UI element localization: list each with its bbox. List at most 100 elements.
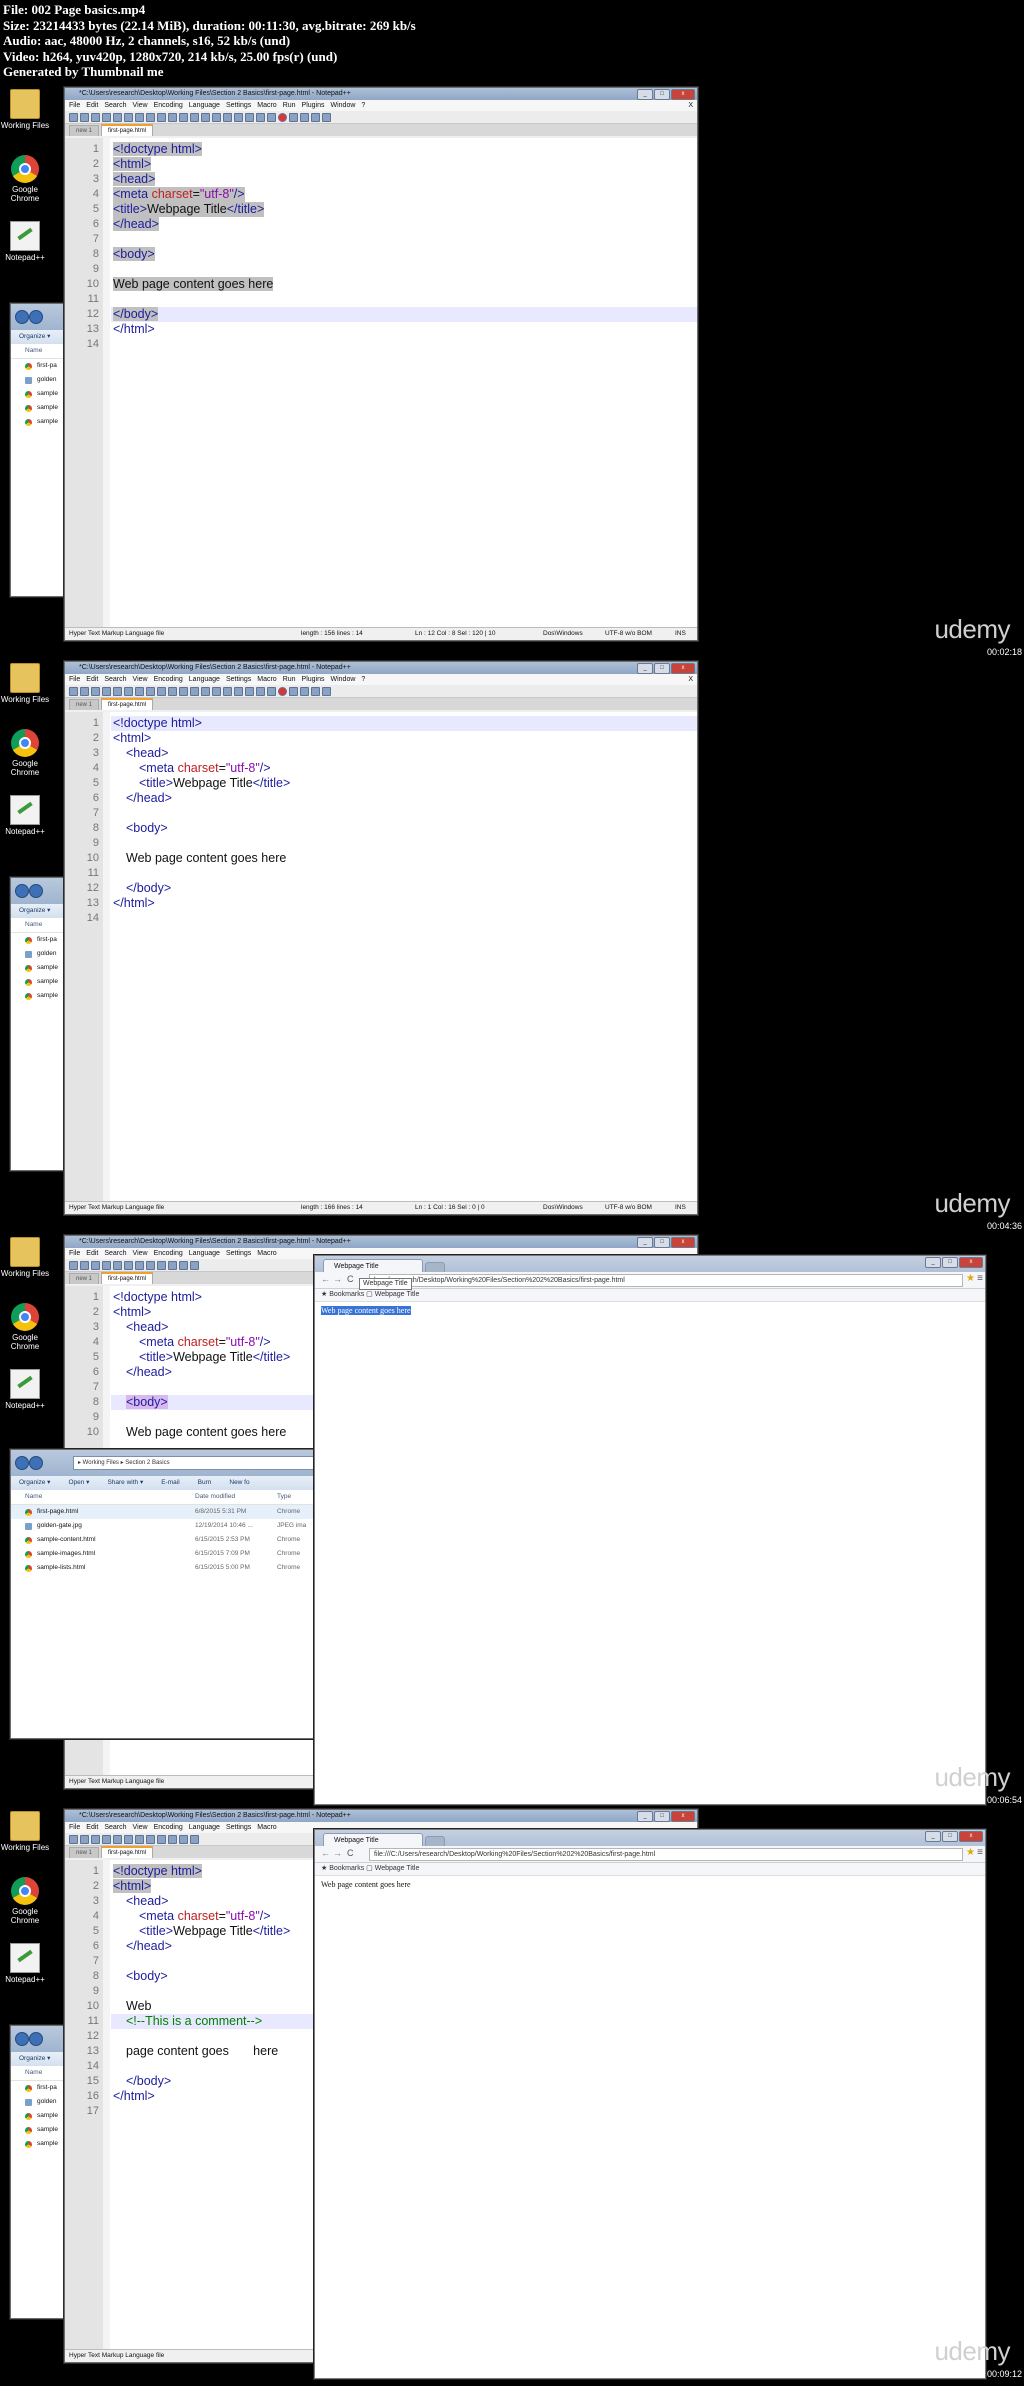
list-item[interactable]: sample xyxy=(11,2123,71,2137)
menu-search[interactable]: Search xyxy=(104,1824,126,1831)
tab-first-page[interactable]: first-page.html xyxy=(101,124,154,136)
list-item[interactable]: golden xyxy=(11,373,71,387)
stop-macro-icon[interactable] xyxy=(289,112,298,122)
menu-plugins[interactable]: Plugins xyxy=(302,102,325,109)
find-icon[interactable] xyxy=(190,1834,199,1844)
open-file-icon[interactable] xyxy=(80,686,89,696)
menu-language[interactable]: Language xyxy=(189,676,220,683)
back-icon[interactable] xyxy=(15,2032,29,2046)
tab-first-page[interactable]: first-page.html xyxy=(101,698,154,710)
list-item[interactable]: sample xyxy=(11,989,71,1003)
copy-icon[interactable] xyxy=(146,686,155,696)
list-item[interactable]: golden xyxy=(11,947,71,961)
menu-encoding[interactable]: Encoding xyxy=(154,102,183,109)
explorer-window[interactable]: ▸ Working Files ▸ Section 2 Basics Organ… xyxy=(10,1449,322,1739)
tab-first-page[interactable]: first-page.html xyxy=(101,1846,154,1858)
all-chars-icon[interactable] xyxy=(267,686,276,696)
menu-run[interactable]: Run xyxy=(283,102,296,109)
desktop-icon-working-files[interactable]: Working Files xyxy=(0,1811,50,1852)
col-name[interactable]: Name xyxy=(25,344,42,358)
table-row[interactable]: first-page.html 6/8/2015 5:31 PM Chrome xyxy=(11,1505,321,1519)
menu-view[interactable]: View xyxy=(133,1824,148,1831)
close-doc-icon[interactable]: X xyxy=(688,674,693,685)
close-button[interactable]: x xyxy=(671,663,695,674)
undo-icon[interactable] xyxy=(168,1260,177,1270)
open-file-icon[interactable] xyxy=(80,1260,89,1270)
play-macro-icon[interactable] xyxy=(300,112,309,122)
redo-icon[interactable] xyxy=(179,1834,188,1844)
new-file-icon[interactable] xyxy=(69,112,78,122)
run-macro-icon[interactable] xyxy=(311,686,320,696)
menu-help[interactable]: ? xyxy=(361,676,365,683)
new-folder-button[interactable]: New fo xyxy=(229,1479,249,1486)
menu-icon[interactable]: ≡ xyxy=(977,1847,983,1858)
cut-icon[interactable] xyxy=(135,112,144,122)
minimize-button[interactable]: _ xyxy=(637,89,653,100)
minimize-button[interactable]: _ xyxy=(925,1831,941,1842)
desktop-icon-working-files[interactable]: Working Files xyxy=(0,89,50,130)
desktop-icon-notepadpp[interactable]: Notepad++ xyxy=(0,1943,50,1984)
zoom-out-icon[interactable] xyxy=(223,686,232,696)
menu-view[interactable]: View xyxy=(133,1250,148,1257)
replace-icon[interactable] xyxy=(201,112,210,122)
menu-file[interactable]: File xyxy=(69,676,80,683)
menu-macro[interactable]: Macro xyxy=(257,1250,276,1257)
reload-icon[interactable]: C xyxy=(347,1848,354,1858)
list-item[interactable]: first-pa xyxy=(11,933,71,947)
menu-settings[interactable]: Settings xyxy=(226,676,251,683)
organize-button[interactable]: Organize ▾ xyxy=(19,1479,50,1486)
table-row[interactable]: golden-gate.jpg 12/19/2014 10:46 ... JPEG … xyxy=(11,1519,321,1533)
print-icon[interactable] xyxy=(124,1260,133,1270)
sync-icon[interactable] xyxy=(234,112,243,122)
table-row[interactable]: sample-content.html 6/15/2015 2:53 PM Chro… xyxy=(11,1533,321,1547)
desktop-icon-chrome[interactable]: Google Chrome xyxy=(0,729,50,777)
explorer-window-behind[interactable]: Organize ▾ Name first-pa golden sample s… xyxy=(10,2025,72,2319)
notepadpp-window[interactable]: *C:\Users\research\Desktop\Working Files… xyxy=(64,661,698,1215)
list-item[interactable]: first-pa xyxy=(11,2081,71,2095)
desktop-icon-notepadpp[interactable]: Notepad++ xyxy=(0,1369,50,1410)
forward-icon[interactable] xyxy=(29,310,43,324)
url-bar[interactable]: file:///C:/Users/research/Desktop/Workin… xyxy=(369,1848,963,1861)
print-icon[interactable] xyxy=(124,686,133,696)
list-item[interactable]: golden xyxy=(11,2095,71,2109)
back-icon[interactable]: ← xyxy=(321,1274,330,1284)
maximize-button[interactable]: □ xyxy=(942,1831,958,1842)
menu-window[interactable]: Window xyxy=(331,102,356,109)
forward-icon[interactable] xyxy=(29,2032,43,2046)
menu-settings[interactable]: Settings xyxy=(226,1250,251,1257)
zoom-in-icon[interactable] xyxy=(212,686,221,696)
cut-icon[interactable] xyxy=(135,686,144,696)
redo-icon[interactable] xyxy=(179,1260,188,1270)
menu-macro[interactable]: Macro xyxy=(257,676,276,683)
list-item[interactable]: sample xyxy=(11,415,71,429)
menu-macro[interactable]: Macro xyxy=(257,1824,276,1831)
close-icon[interactable] xyxy=(113,112,122,122)
list-item[interactable]: first-pa xyxy=(11,359,71,373)
browser-tab[interactable]: Webpage Title xyxy=(323,1259,423,1272)
maximize-button[interactable]: □ xyxy=(654,1811,670,1822)
forward-icon[interactable]: → xyxy=(333,1848,342,1858)
reload-icon[interactable]: C xyxy=(347,1274,354,1284)
menu-edit[interactable]: Edit xyxy=(86,1824,98,1831)
list-item[interactable]: sample xyxy=(11,975,71,989)
list-item[interactable]: sample xyxy=(11,387,71,401)
code-editor[interactable]: 1 <!doctype html> 2 <html> 3 <head> 4 <meta … xyxy=(65,138,697,628)
copy-icon[interactable] xyxy=(146,1834,155,1844)
list-item[interactable]: sample xyxy=(11,401,71,415)
code-editor[interactable]: 1 <!doctype html> 2 <html> 3 <head> 4 <meta … xyxy=(65,712,697,1202)
save-all-icon[interactable] xyxy=(102,1834,111,1844)
save-all-icon[interactable] xyxy=(102,686,111,696)
play-macro-icon[interactable] xyxy=(300,686,309,696)
run-macro-icon[interactable] xyxy=(311,112,320,122)
maximize-button[interactable]: □ xyxy=(654,663,670,674)
tab-new-1[interactable]: new 1 xyxy=(69,699,100,710)
star-icon[interactable]: ★ xyxy=(966,1847,975,1858)
undo-icon[interactable] xyxy=(168,686,177,696)
replace-icon[interactable] xyxy=(201,686,210,696)
desktop-icon-working-files[interactable]: Working Files xyxy=(0,1237,50,1278)
indent-guide-icon[interactable] xyxy=(256,112,265,122)
share-with-button[interactable]: Share with ▾ xyxy=(107,1479,143,1486)
maximize-button[interactable]: □ xyxy=(654,89,670,100)
maximize-button[interactable]: □ xyxy=(654,1237,670,1248)
save-icon[interactable] xyxy=(91,112,100,122)
